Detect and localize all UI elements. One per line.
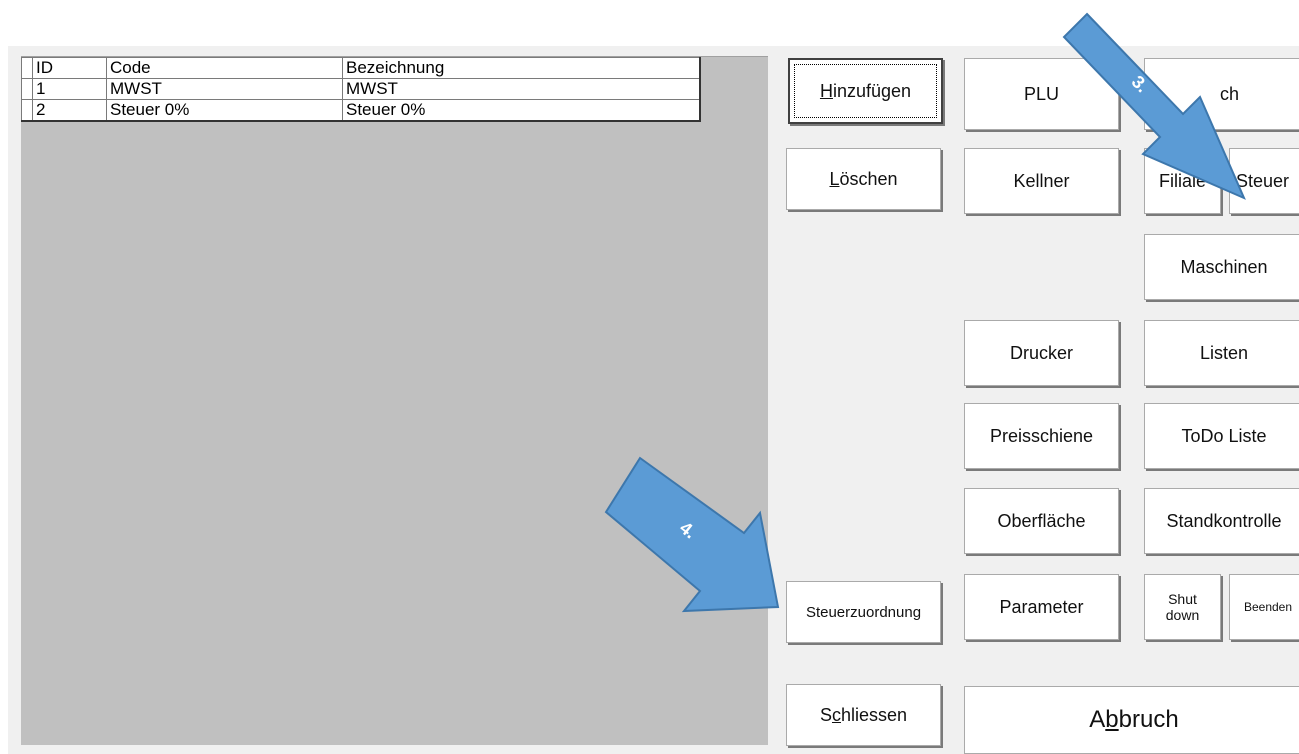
step-4-arrow-icon xyxy=(604,456,780,613)
